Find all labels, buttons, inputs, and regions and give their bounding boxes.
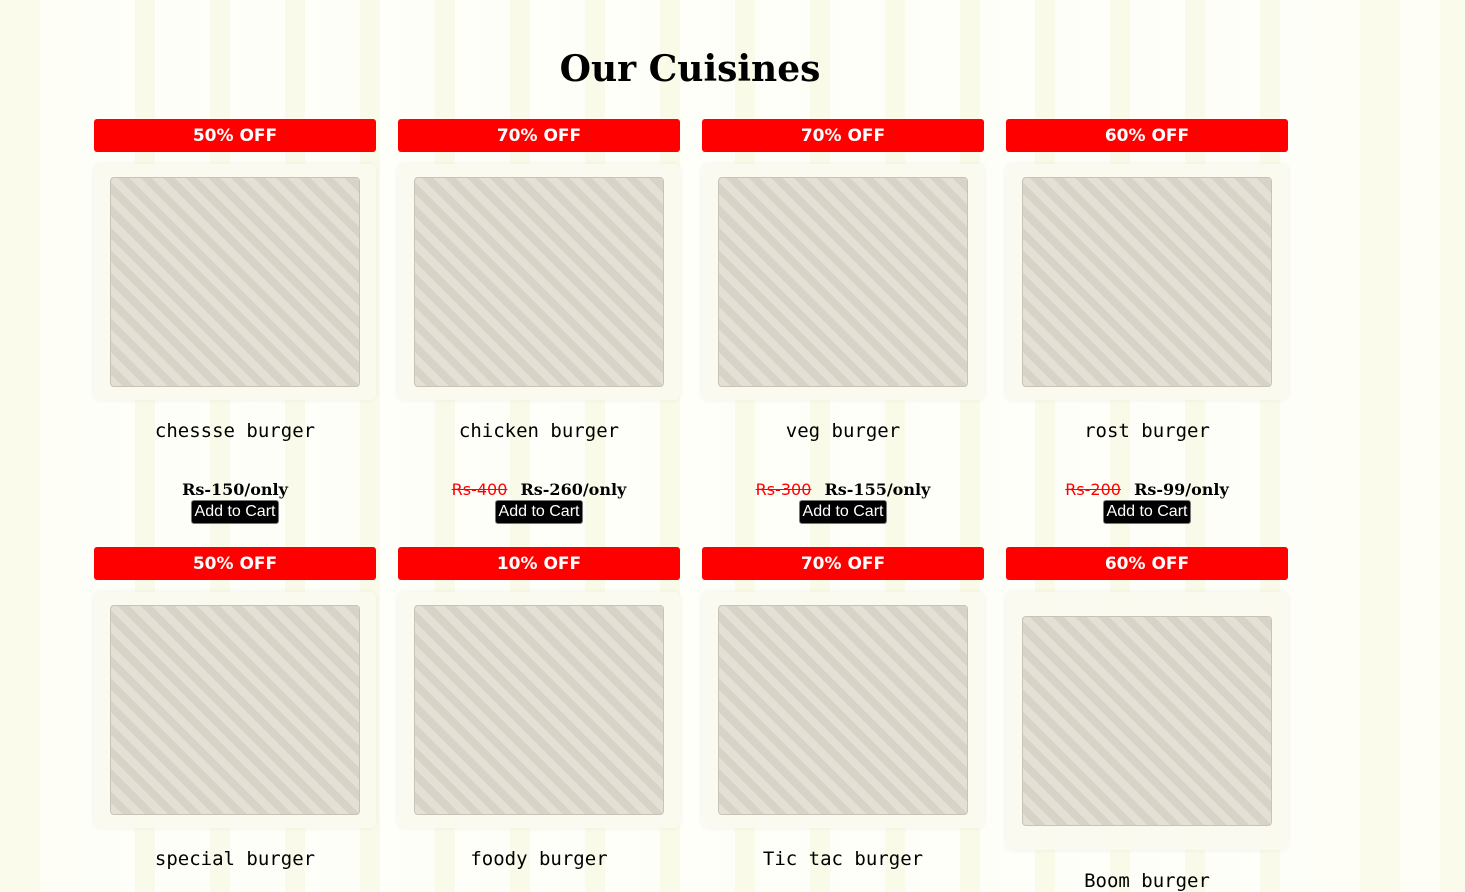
discount-badge: 50% OFF [94,119,376,152]
product-image-frame [398,592,680,828]
price-row: Rs-400 Rs-260/only [398,480,680,499]
product-name: rost burger [1084,420,1210,442]
current-price: Rs-99/only [1134,480,1229,499]
menu-section: Our Cuisines 50% OFF chessse burger Rs-1… [80,0,1320,892]
product-name: chessse burger [154,420,316,442]
burger-image [110,177,360,387]
burger-image [110,605,360,815]
product-name: special burger [154,848,316,870]
burger-image [1022,616,1272,826]
discount-badge: 70% OFF [398,119,680,152]
price-row: Rs-150/only [94,480,376,499]
burger-image [1022,177,1272,387]
discount-badge: 60% OFF [1006,119,1288,152]
product-name: veg burger [785,420,901,442]
product-card: 60% OFF rost burger Rs-200 Rs-99/only Ad… [1006,119,1288,524]
section-title: Our Cuisines [559,48,821,90]
burger-image [718,177,968,387]
original-price: Rs-200 [1065,480,1121,499]
product-card: 60% OFF Boom burger [1006,547,1288,892]
product-card: 50% OFF chessse burger Rs-150/only Add t… [94,119,376,524]
product-card: 70% OFF chicken burger Rs-400 Rs-260/onl… [398,119,680,524]
product-image-frame [702,592,984,828]
product-card: 70% OFF veg burger Rs-300 Rs-155/only Ad… [702,119,984,524]
discount-badge: 70% OFF [702,119,984,152]
burger-image [414,605,664,815]
product-name: Tic tac burger [762,848,924,870]
burger-image [414,177,664,387]
price-row: Rs-200 Rs-99/only [1006,480,1288,499]
product-image-frame [1006,164,1288,400]
product-image-frame [1006,592,1288,850]
discount-badge: 60% OFF [1006,547,1288,580]
add-to-cart-button[interactable]: Add to Cart [494,500,584,524]
current-price: Rs-260/only [520,480,627,499]
product-image-frame [94,164,376,400]
original-price: Rs-400 [451,480,508,499]
original-price: Rs-300 [755,480,812,499]
product-image-frame [94,592,376,828]
product-name: Boom burger [1084,870,1210,892]
discount-badge: 10% OFF [398,547,680,580]
discount-badge: 70% OFF [702,547,984,580]
product-image-frame [398,164,680,400]
product-card: 70% OFF Tic tac burger [702,547,984,870]
current-price: Rs-150/only [182,480,288,499]
add-to-cart-button[interactable]: Add to Cart [798,500,888,524]
current-price: Rs-155/only [824,480,931,499]
product-name: chicken burger [458,420,620,442]
product-image-frame [702,164,984,400]
add-to-cart-button[interactable]: Add to Cart [190,500,280,524]
price-row: Rs-300 Rs-155/only [702,480,984,499]
product-card: 10% OFF foody burger [398,547,680,870]
product-name: foody burger [470,848,608,870]
add-to-cart-button[interactable]: Add to Cart [1102,500,1192,524]
product-card: 50% OFF special burger [94,547,376,870]
discount-badge: 50% OFF [94,547,376,580]
burger-image [718,605,968,815]
